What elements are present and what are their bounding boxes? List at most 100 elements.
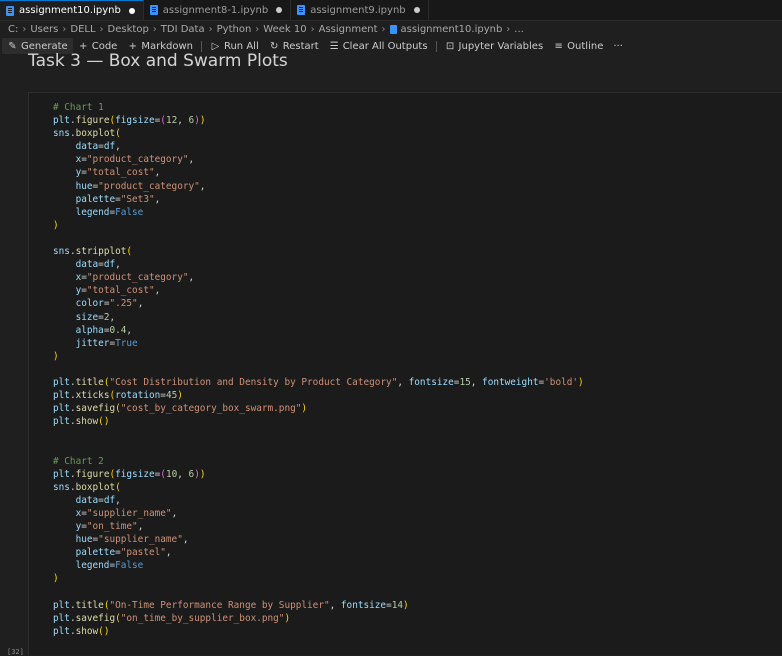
code-token: , xyxy=(137,298,144,310)
chevron-right-icon: › xyxy=(22,23,27,35)
plus-icon: + xyxy=(128,40,138,52)
more-actions-button[interactable]: ··· xyxy=(608,38,628,54)
code-token: color xyxy=(75,298,104,310)
code-token: stripplot xyxy=(75,246,127,258)
jupyter-variables-label: Jupyter Variables xyxy=(458,40,544,52)
chevron-right-icon: › xyxy=(506,23,511,35)
code-token: legend xyxy=(75,560,110,572)
markdown-heading: Task 3 — Box and Swarm Plots xyxy=(28,51,288,71)
unsaved-dot-icon[interactable] xyxy=(276,7,283,13)
unsaved-dot-icon[interactable] xyxy=(128,7,135,14)
code-token: # Chart 1 xyxy=(53,102,104,113)
code-token: , xyxy=(177,115,189,127)
code-token: ) xyxy=(53,219,59,231)
code-token: , xyxy=(165,547,172,559)
chevron-right-icon: › xyxy=(208,23,213,35)
code-token: fontsize xyxy=(408,376,454,388)
code-token: data xyxy=(75,494,99,506)
code-token: plt xyxy=(53,403,70,415)
code-line: plt.figure(figsize=(10, 6)) xyxy=(53,468,584,481)
notebook-icon xyxy=(6,5,14,16)
unsaved-dot-icon[interactable] xyxy=(413,7,420,13)
code-line: palette="Set3", xyxy=(53,193,584,206)
code-token: , xyxy=(470,376,483,388)
tab-assignment10[interactable]: assignment10.ipynb xyxy=(0,0,144,20)
breadcrumb-item[interactable]: Week 10 xyxy=(263,24,306,35)
code-token: "Set3" xyxy=(120,193,155,205)
code-line: hue="supplier_name", xyxy=(53,533,584,546)
code-line: plt.xticks(rotation=45) xyxy=(53,389,584,402)
jupyter-variables-button[interactable]: ⊡ Jupyter Variables xyxy=(440,38,549,54)
breadcrumb-item[interactable]: Python xyxy=(217,24,252,35)
code-token: ) xyxy=(199,115,206,127)
code-token: plt xyxy=(53,390,70,402)
code-token: ) xyxy=(53,573,59,585)
chevron-right-icon: › xyxy=(62,23,67,35)
code-token: boxplot xyxy=(75,481,116,493)
code-token: False xyxy=(115,560,144,572)
restart-label: Restart xyxy=(282,40,319,52)
code-token: , xyxy=(199,180,206,192)
code-line: x="product_category", xyxy=(53,153,584,166)
breadcrumb-item[interactable]: Users xyxy=(30,24,58,35)
sparkle-icon: ✎ xyxy=(8,40,17,52)
code-token: "supplier_name" xyxy=(98,534,183,546)
code-token: 14 xyxy=(391,599,404,611)
code-token: 0.4 xyxy=(109,324,127,336)
code-token: ) xyxy=(103,625,110,637)
breadcrumb-item[interactable]: TDI Data xyxy=(161,24,205,35)
breadcrumb-item[interactable]: DELL xyxy=(70,24,95,35)
breadcrumb-item[interactable]: Assignment xyxy=(319,24,378,35)
variables-icon: ⊡ xyxy=(445,40,455,52)
code-token: , xyxy=(397,376,409,388)
code-token: "pastel" xyxy=(120,547,166,559)
tab-assignment9[interactable]: assignment9.ipynb xyxy=(291,0,429,20)
code-token: title xyxy=(75,599,104,611)
code-line: plt.savefig("cost_by_category_box_swarm.… xyxy=(53,402,584,415)
code-token: "total_cost" xyxy=(86,285,155,297)
code-token: boxplot xyxy=(75,128,116,140)
run-all-label: Run All xyxy=(223,40,259,52)
clear-all-outputs-button[interactable]: ☰ Clear All Outputs xyxy=(324,38,433,54)
breadcrumb-item[interactable]: C: xyxy=(8,24,18,35)
code-token: "supplier_name" xyxy=(86,507,172,519)
code-line: plt.title("On-Time Performance Range by … xyxy=(53,599,584,612)
code-line: sns.stripplot( xyxy=(53,245,584,258)
code-token: plt xyxy=(53,468,70,480)
breadcrumb-item[interactable]: assignment10.ipynb xyxy=(401,24,503,35)
tab-assignment8-1[interactable]: assignment8-1.ipynb xyxy=(143,0,292,20)
code-editor[interactable]: # Chart 1 plt.figure(figsize=(12, 6)) sns.… xyxy=(53,101,584,638)
code-token: figsize xyxy=(115,468,155,480)
code-token: figure xyxy=(75,115,110,127)
code-line: legend=False xyxy=(53,559,584,572)
outline-button[interactable]: ≡ Outline xyxy=(548,38,608,54)
code-token: "on_time_by_supplier_box.png" xyxy=(120,612,285,624)
code-token: plt xyxy=(53,416,70,428)
run-all-icon: ▷ xyxy=(211,40,220,52)
toolbar-divider xyxy=(200,40,202,52)
code-line: data=df, xyxy=(53,494,584,507)
code-line: ) xyxy=(53,350,584,363)
clear-all-icon: ☰ xyxy=(329,40,339,52)
more-actions-icon: ··· xyxy=(613,40,623,52)
clear-all-outputs-label: Clear All Outputs xyxy=(342,40,428,52)
chevron-right-icon: › xyxy=(381,23,386,35)
breadcrumb-item[interactable]: ... xyxy=(514,24,524,35)
chevron-right-icon: › xyxy=(310,23,315,35)
code-token: , xyxy=(154,193,161,205)
code-line: plt.savefig("on_time_by_supplier_box.png… xyxy=(53,612,584,625)
editor-tab-bar: assignment10.ipynb assignment8-1.ipynb a… xyxy=(0,0,782,21)
code-token: plt xyxy=(53,599,70,611)
breadcrumb-item[interactable]: Desktop xyxy=(108,24,149,35)
tab-label: assignment9.ipynb xyxy=(310,4,406,16)
code-line: sns.boxplot( xyxy=(53,481,584,494)
chevron-right-icon: › xyxy=(99,23,104,35)
